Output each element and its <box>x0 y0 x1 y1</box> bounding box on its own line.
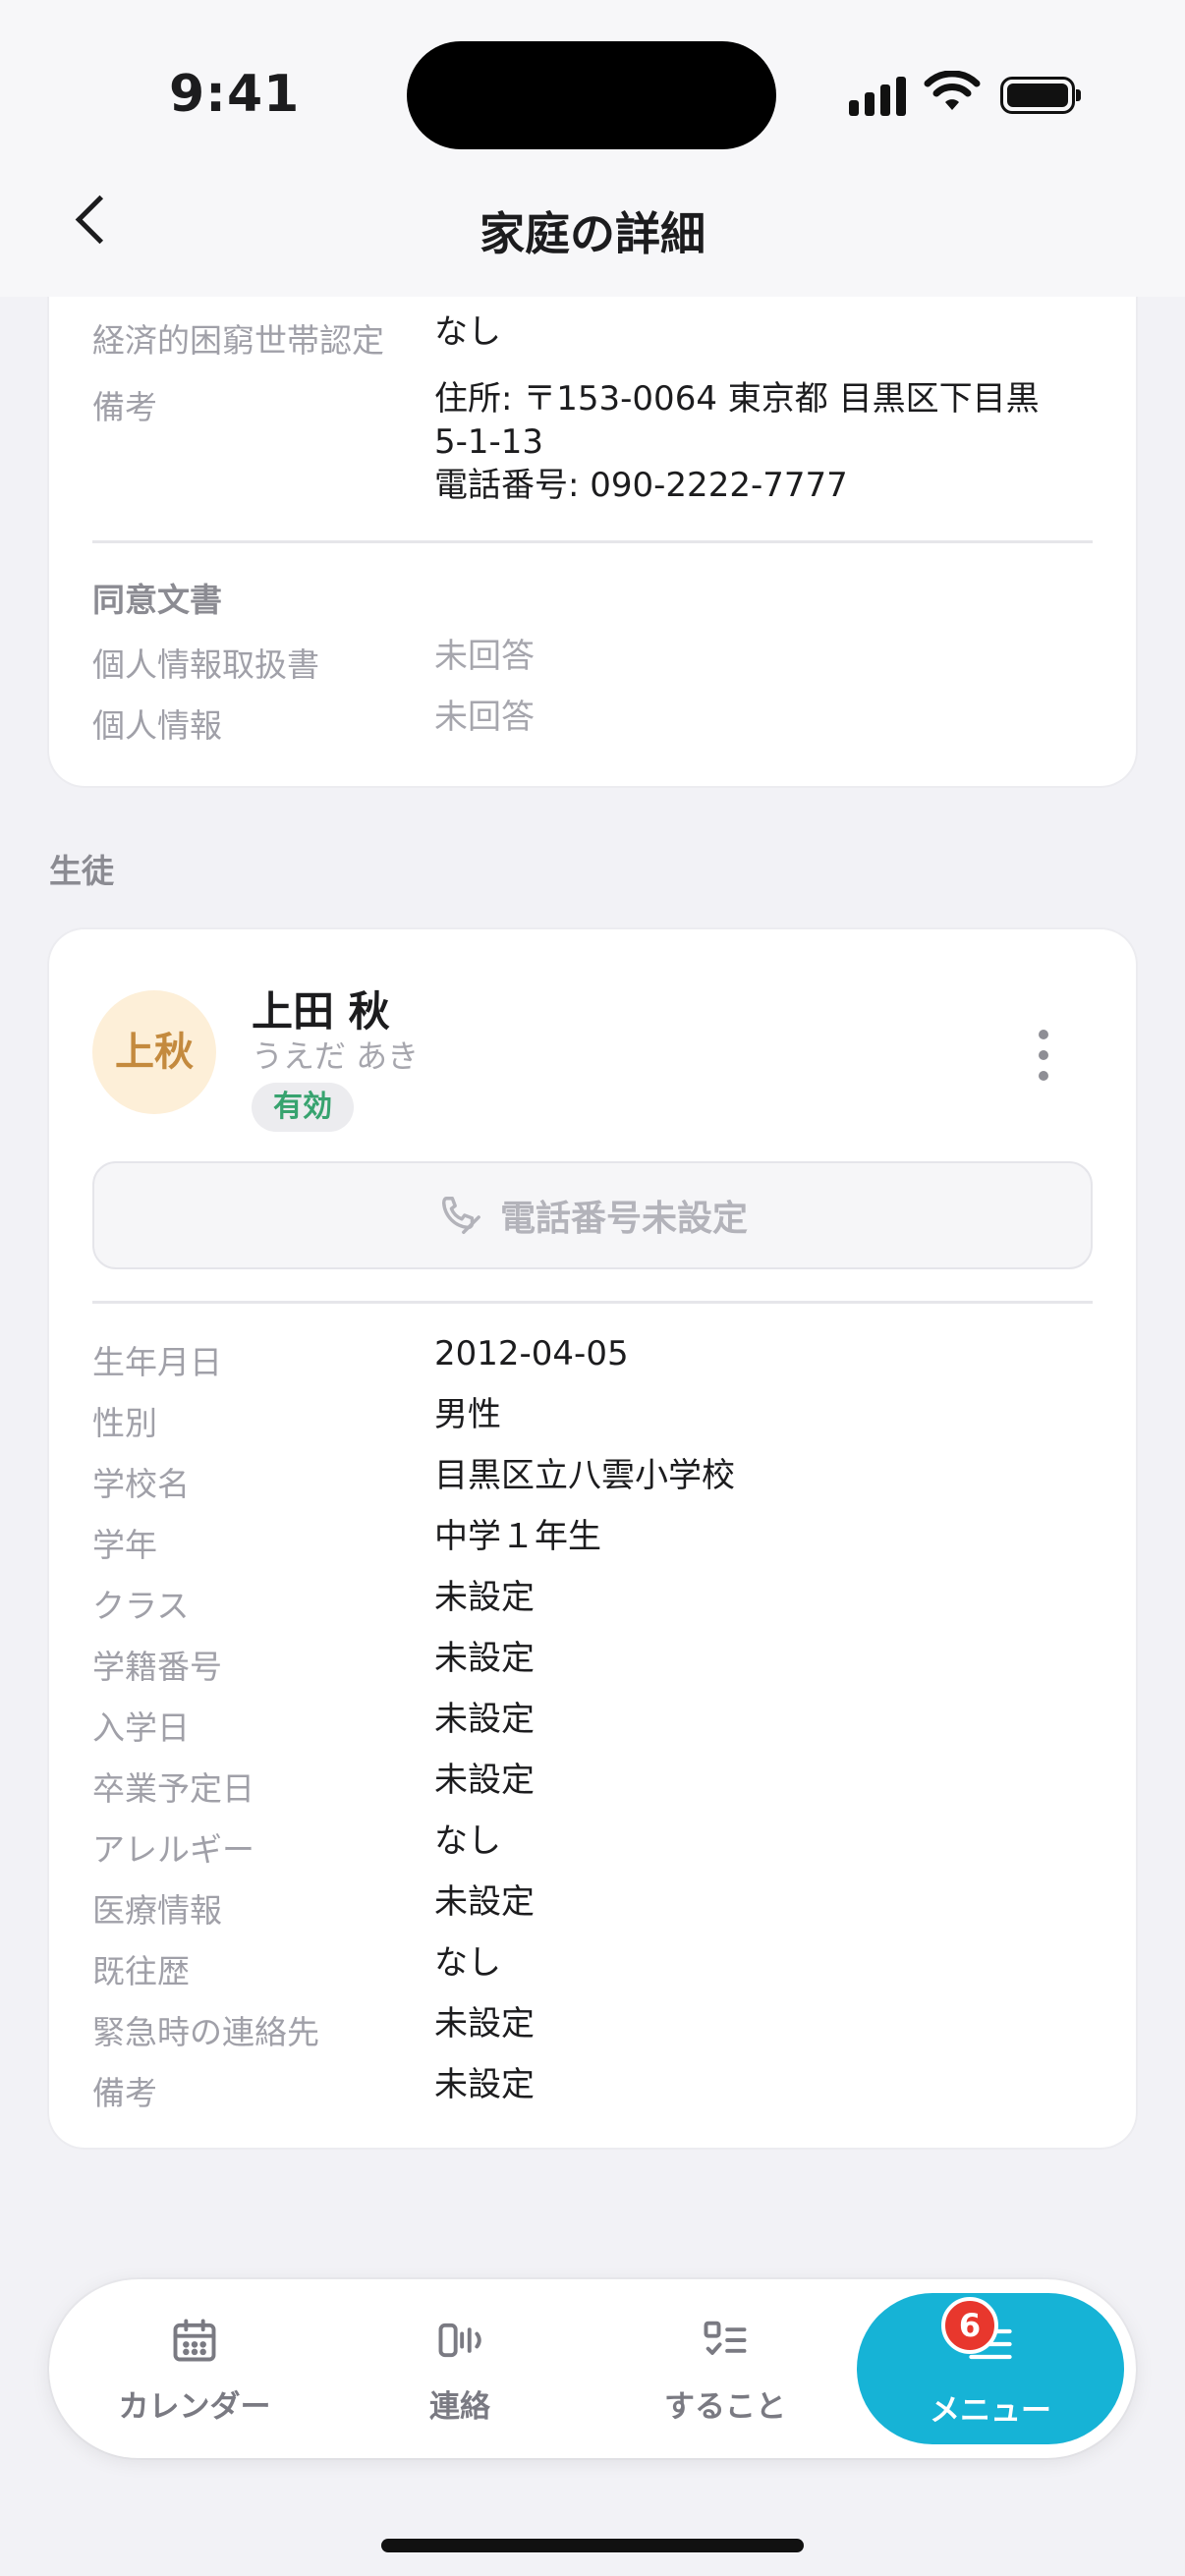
status-time: 9:41 <box>169 65 301 124</box>
field-label: 個人情報 <box>92 706 222 745</box>
avatar: 上秋 <box>92 990 216 1114</box>
signal-icon <box>849 75 908 116</box>
field-value: 未設定 <box>434 1882 535 1922</box>
dynamic-island <box>407 41 776 149</box>
field-value: 未設定 <box>434 1700 535 1739</box>
remarks-line: 住所: 〒153-0064 東京都 目黒区下目黒 <box>434 379 1040 419</box>
home-indicator <box>381 2539 804 2552</box>
field-label: 緊急時の連絡先 <box>92 2013 319 2051</box>
checklist-icon <box>704 2321 747 2355</box>
notification-badge: 6 <box>941 2297 998 2354</box>
field-value: 目黒区立八雲小学校 <box>434 1456 735 1495</box>
field-value: 未設定 <box>434 1639 535 1678</box>
battery-icon <box>1000 77 1081 114</box>
field-label: 備考 <box>92 2074 157 2112</box>
more-options-icon[interactable] <box>1034 1030 1053 1081</box>
remarks-line: 電話番号: 090-2222-7777 <box>434 466 848 505</box>
page-title: 家庭の詳細 <box>480 207 705 260</box>
student-card: 上秋 上田 秋 うえだ あき 有効 電話番号未設定 生年月日 2012-04-05… <box>49 929 1136 2148</box>
family-card: 経済的困窮世帯認定 なし 備考 住所: 〒153-0064 東京都 目黒区下目黒… <box>49 246 1136 786</box>
field-value: なし <box>434 1943 501 1983</box>
field-label: クラス <box>92 1587 190 1625</box>
field-label: アレルギー <box>92 1830 254 1869</box>
divider <box>92 540 1093 543</box>
tab-label: すること <box>664 2389 786 2425</box>
field-label: 学籍番号 <box>92 1648 222 1686</box>
field-label: 既往歴 <box>92 1952 190 1990</box>
tab-label: 連絡 <box>429 2389 490 2425</box>
phone-call-button[interactable]: 電話番号未設定 <box>92 1161 1093 1269</box>
field-value: 未回答 <box>434 637 535 676</box>
field-label: 生年月日 <box>92 1343 222 1381</box>
students-section-label: 生徒 <box>49 852 114 890</box>
field-label: 学校名 <box>92 1465 190 1503</box>
field-label: 個人情報取扱書 <box>92 645 319 684</box>
student-name: 上田 秋 <box>252 987 390 1036</box>
field-value: 未回答 <box>434 698 535 737</box>
field-label: 入学日 <box>92 1708 190 1747</box>
phone-off-icon <box>441 1197 480 1234</box>
divider <box>92 1301 1093 1304</box>
student-kana: うえだ あき <box>252 1037 420 1075</box>
scroll-content[interactable]: 経済的困窮世帯認定 なし 備考 住所: 〒153-0064 東京都 目黒区下目黒… <box>0 0 1185 2576</box>
tab-contact[interactable]: 連絡 <box>328 2279 592 2458</box>
field-value: なし <box>434 1821 501 1861</box>
field-value: 2012-04-05 <box>434 1334 629 1373</box>
tab-label: カレンダー <box>118 2389 271 2425</box>
field-label: 卒業予定日 <box>92 1769 254 1808</box>
field-value: 未設定 <box>434 2065 535 2104</box>
field-value: なし <box>434 312 501 352</box>
field-label: 医療情報 <box>92 1891 222 1930</box>
calendar-icon <box>173 2319 216 2362</box>
field-value: 未設定 <box>434 1761 535 1800</box>
field-label: 学年 <box>92 1526 157 1564</box>
wifi-icon <box>924 71 981 110</box>
field-label: 性別 <box>92 1404 157 1442</box>
top-bar: 9:41 家庭の詳細 <box>0 0 1185 297</box>
remarks-line: 5-1-13 <box>434 422 544 462</box>
status-badge: 有効 <box>252 1083 354 1132</box>
field-label: 備考 <box>92 388 157 426</box>
consent-section-title: 同意文書 <box>92 581 222 619</box>
tab-todo[interactable]: すること <box>593 2279 857 2458</box>
remarks-value: 住所: 〒153-0064 東京都 目黒区下目黒 5-1-13 電話番号: 09… <box>434 377 1040 507</box>
tab-calendar[interactable]: カレンダー <box>63 2279 326 2458</box>
phone-button-label: 電話番号未設定 <box>499 1199 748 1239</box>
field-value: 未設定 <box>434 1578 535 1617</box>
field-value: 未設定 <box>434 2004 535 2044</box>
broadcast-icon <box>438 2323 481 2358</box>
field-value: 男性 <box>434 1395 501 1434</box>
tab-label: メニュー <box>930 2393 1051 2429</box>
field-label: 経済的困窮世帯認定 <box>92 321 384 360</box>
field-value: 中学１年生 <box>434 1517 601 1556</box>
